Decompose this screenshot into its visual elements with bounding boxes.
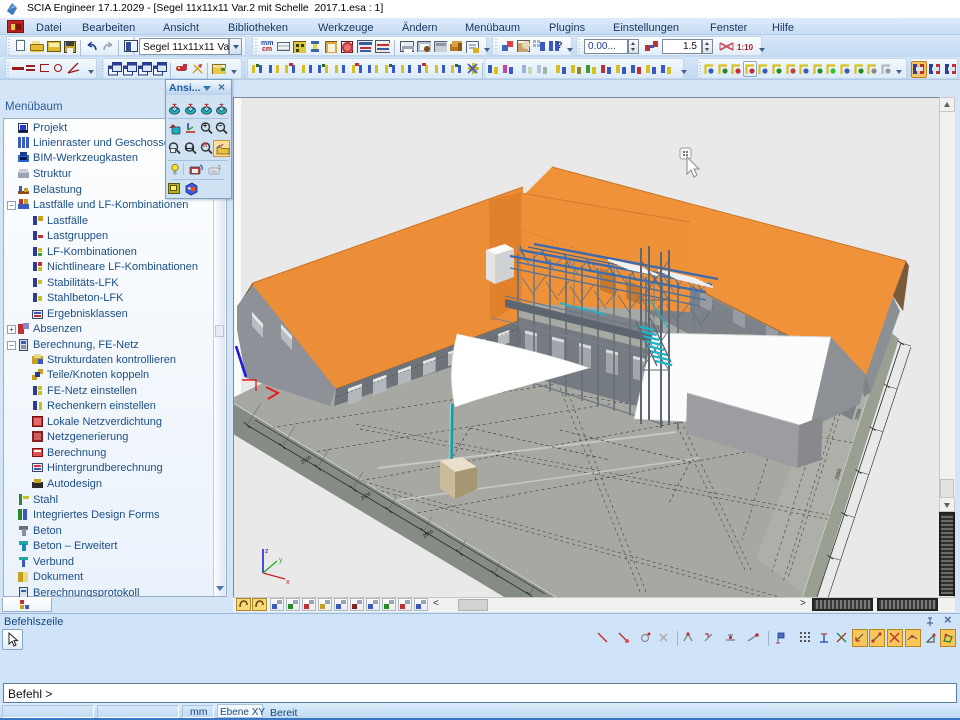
svg-text:x: x xyxy=(286,579,290,586)
svg-text:z: z xyxy=(265,548,269,555)
svg-text:y: y xyxy=(279,557,283,564)
